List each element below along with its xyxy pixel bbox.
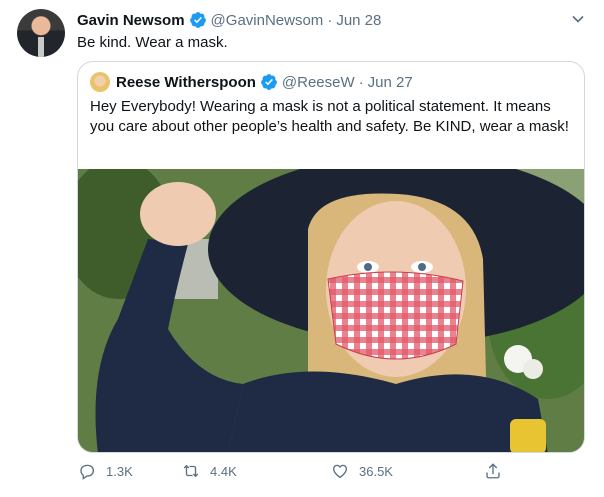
like-icon	[332, 464, 348, 479]
reply-button[interactable]: 1.3K	[78, 462, 133, 480]
verified-badge-icon	[260, 73, 278, 91]
quoted-tweet[interactable]: Reese Witherspoon @ReeseW · Jun 27 Hey E…	[77, 61, 585, 453]
tweet-actions: 1.3K 4.4K 36.5K	[78, 462, 508, 482]
quoted-tweet-photo[interactable]	[78, 169, 584, 452]
quoted-tweet-date: Jun 27	[367, 73, 413, 91]
separator: ·	[327, 11, 333, 29]
share-icon	[486, 463, 500, 479]
tweet-text: Be kind. Wear a mask.	[77, 34, 228, 51]
reply-count: 1.3K	[106, 463, 133, 479]
like-count: 36.5K	[359, 463, 393, 479]
author-name[interactable]: Gavin Newsom	[77, 12, 185, 29]
share-button[interactable]	[484, 462, 512, 480]
tweet-header: Gavin Newsom @GavinNewsom · Jun 28	[77, 9, 381, 31]
separator: ·	[358, 73, 364, 91]
verified-badge-icon	[189, 11, 207, 29]
author-handle[interactable]: @GavinNewsom	[211, 12, 324, 29]
quoted-tweet-header: Reese Witherspoon @ReeseW · Jun 27	[90, 72, 413, 92]
author-avatar[interactable]	[17, 9, 65, 57]
quoted-author-name: Reese Witherspoon	[116, 73, 256, 91]
retweet-button[interactable]: 4.4K	[182, 462, 237, 480]
quoted-author-handle: @ReeseW	[281, 73, 355, 91]
tweet-date[interactable]: Jun 28	[336, 12, 381, 29]
quoted-author-avatar	[90, 72, 110, 92]
reply-icon	[80, 464, 95, 480]
like-button[interactable]: 36.5K	[331, 462, 393, 480]
tweet-card[interactable]: Gavin Newsom @GavinNewsom · Jun 28 Be ki…	[0, 0, 604, 497]
retweet-icon	[183, 464, 199, 478]
quoted-tweet-text: Hey Everybody! Wearing a mask is not a p…	[90, 98, 569, 135]
retweet-count: 4.4K	[210, 463, 237, 479]
chevron-down-icon[interactable]	[571, 12, 585, 26]
